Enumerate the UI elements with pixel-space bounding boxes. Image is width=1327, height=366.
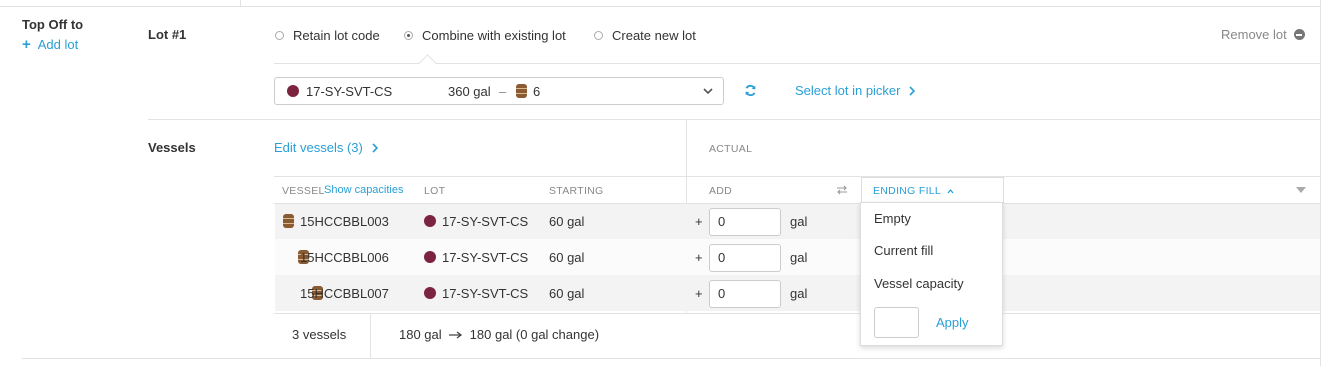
radio-combine-with-existing-lot[interactable]: Combine with existing lot xyxy=(404,28,566,43)
column-header-vessel: VESSEL xyxy=(282,185,325,197)
select-lot-in-picker-link[interactable]: Select lot in picker xyxy=(795,83,915,98)
radio-retain-lot-code[interactable]: Retain lot code xyxy=(275,28,380,43)
unit-label: gal xyxy=(790,214,808,229)
plus-sign: + xyxy=(695,286,703,301)
wine-color-icon xyxy=(287,85,299,97)
column-header-lot: LOT xyxy=(424,185,446,197)
section-title: Top Off to xyxy=(22,17,84,32)
radio-label: Combine with existing lot xyxy=(422,28,566,43)
barrel-icon xyxy=(283,214,294,228)
unit-label: gal xyxy=(790,286,808,301)
divider xyxy=(148,119,1320,120)
radio-checked-icon xyxy=(404,31,413,40)
add-volume-input[interactable]: 0 xyxy=(709,280,781,308)
plus-sign: + xyxy=(695,214,703,229)
wine-color-icon xyxy=(424,287,436,299)
radio-label: Create new lot xyxy=(612,28,696,43)
apply-button[interactable]: Apply xyxy=(936,315,969,330)
lot-label: Lot #1 xyxy=(148,27,187,42)
plus-sign: + xyxy=(695,250,703,265)
plus-icon: + xyxy=(22,36,31,53)
row-lot-code: 17-SY-SVT-CS xyxy=(442,286,529,301)
volume-from: 180 gal xyxy=(399,327,442,342)
chevron-up-icon xyxy=(947,188,954,193)
remove-lot-label: Remove lot xyxy=(1221,27,1287,42)
volume-change-summary: 180 gal 180 gal (0 gal change) xyxy=(399,327,599,342)
row-starting-volume: 60 gal xyxy=(549,214,585,229)
radio-label: Retain lot code xyxy=(293,28,380,43)
swap-icon[interactable] xyxy=(836,185,848,195)
menu-item-empty[interactable]: Empty xyxy=(874,211,911,226)
add-lot-button[interactable]: + Add lot xyxy=(22,37,78,52)
divider xyxy=(240,0,241,6)
edit-vessels-label: Edit vessels (3) xyxy=(274,140,363,155)
selection-pointer xyxy=(418,54,437,73)
fill-value-input[interactable] xyxy=(874,307,919,338)
chevron-down-icon xyxy=(703,88,713,95)
radio-icon xyxy=(594,31,603,40)
chevron-right-icon xyxy=(908,85,915,96)
row-lot-code: 17-SY-SVT-CS xyxy=(442,250,529,265)
ending-fill-label: ENDING FILL xyxy=(873,185,942,197)
unit-label: gal xyxy=(790,250,808,265)
add-volume-input[interactable]: 0 xyxy=(709,208,781,236)
divider xyxy=(274,176,1320,177)
divider xyxy=(370,313,371,359)
lot-code: 17-SY-SVT-CS xyxy=(306,84,393,99)
divider xyxy=(22,358,1320,359)
row-starting-volume: 60 gal xyxy=(549,250,585,265)
ending-fill-dropdown-toggle[interactable]: ENDING FILL xyxy=(873,185,954,197)
divider xyxy=(0,6,1320,7)
menu-item-vessel-capacity[interactable]: Vessel capacity xyxy=(874,276,964,291)
vessel-code: 15HCCBBL006 xyxy=(300,250,389,265)
remove-lot-button[interactable]: Remove lot xyxy=(1221,27,1305,42)
actual-header: ACTUAL xyxy=(709,143,753,155)
divider xyxy=(1320,0,1321,366)
vessel-count-summary: 3 vessels xyxy=(292,327,347,342)
lot-select[interactable]: 17-SY-SVT-CS 360 gal – 6 xyxy=(274,77,724,105)
separator: – xyxy=(499,84,507,99)
refresh-icon[interactable] xyxy=(744,84,757,97)
add-lot-label: Add lot xyxy=(37,37,79,52)
row-lot-code: 17-SY-SVT-CS xyxy=(442,214,529,229)
column-header-starting: STARTING xyxy=(549,185,604,197)
add-volume-input[interactable]: 0 xyxy=(709,244,781,272)
ending-fill-menu: Empty Current fill Vessel capacity Apply xyxy=(860,202,1003,346)
edit-vessels-link[interactable]: Edit vessels (3) xyxy=(274,140,378,155)
table-row xyxy=(0,203,1,239)
divider xyxy=(274,203,1320,204)
lot-volume: 360 gal xyxy=(448,84,491,99)
wine-color-icon xyxy=(424,215,436,227)
row-starting-volume: 60 gal xyxy=(549,286,585,301)
vessel-count: 6 xyxy=(533,84,541,99)
volume-to: 180 gal (0 gal change) xyxy=(469,327,600,342)
picker-link-label: Select lot in picker xyxy=(795,83,901,98)
arrow-right-icon xyxy=(448,330,462,339)
radio-create-new-lot[interactable]: Create new lot xyxy=(594,28,696,43)
menu-item-current-fill[interactable]: Current fill xyxy=(874,243,933,258)
barrel-icon xyxy=(516,84,527,98)
minus-circle-icon xyxy=(1293,29,1305,40)
chevron-right-icon xyxy=(372,142,378,153)
column-header-add: ADD xyxy=(709,185,733,197)
wine-color-icon xyxy=(424,251,436,263)
divider xyxy=(274,313,1320,314)
vessel-code: 15HCCBBL003 xyxy=(300,214,389,229)
vessels-label: Vessels xyxy=(148,140,196,155)
show-capacities-link[interactable]: Show capacities xyxy=(324,184,404,196)
caret-down-icon[interactable] xyxy=(1296,187,1306,193)
radio-icon xyxy=(275,31,284,40)
vessel-code: 15HCCBBL007 xyxy=(300,286,389,301)
